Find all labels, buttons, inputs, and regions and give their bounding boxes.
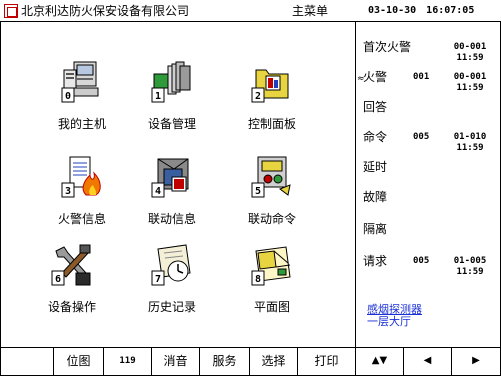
status-row-fire[interactable]: ≈ 火警 001 00-001 11:59 (357, 70, 500, 100)
status-row-answer[interactable]: 回答 (357, 100, 500, 130)
status-count: 001 (413, 72, 430, 82)
tile-badge-4: 4 (155, 186, 161, 197)
status-addr-value: 00-001 (453, 42, 487, 52)
status-address: 00-001 11:59 (441, 72, 499, 94)
menu-tile-floor-plan[interactable]: 8 平面图 (222, 243, 322, 335)
menu-tile-linkage-command[interactable]: 5 联动命令 (222, 155, 322, 247)
status-label: 火警 (363, 70, 388, 84)
screen-title: 主菜单 (291, 4, 328, 18)
page-right-icon[interactable]: ▶ (452, 348, 500, 376)
status-addr-value: 00-001 (453, 72, 487, 82)
status-row-request[interactable]: 请求 005 01-005 11:59 (357, 254, 500, 284)
time-readout: 16:07:05 (426, 5, 475, 16)
device-info: 感烟探测器 一层大厅 (367, 304, 422, 328)
menu-tile-label: 设备管理 (147, 117, 196, 131)
status-count: 005 (413, 132, 430, 142)
main-menu: 0 我的主机 1 设备管理 2 控制面板 3 火警信息 4 联动信息 5 联动命… (0, 22, 356, 347)
history-icon: 7 (151, 244, 191, 286)
tile-badge-8: 8 (255, 274, 261, 285)
menu-tile-control-panel[interactable]: 2 控制面板 (222, 60, 322, 152)
menu-tile-label: 平面图 (253, 300, 290, 314)
datetime: 03-10-30 16:07:05 (368, 5, 474, 17)
scroll-updown-icon[interactable]: ▲▼ (356, 348, 404, 376)
status-label: 回答 (363, 100, 388, 114)
status-row-delay[interactable]: 延时 (357, 160, 500, 190)
menu-tile-label: 火警信息 (57, 212, 106, 226)
linkage-command-icon: 5 (251, 156, 291, 198)
status-time-value: 11:59 (456, 143, 484, 153)
status-addr-value: 01-010 (453, 132, 487, 142)
blank-key (0, 348, 54, 376)
control-panel-icon: 2 (251, 69, 289, 103)
menu-tile-fire-alarm-info[interactable]: 3 火警信息 (32, 155, 132, 247)
menu-tile-label: 控制面板 (247, 117, 296, 131)
menu-tile-history[interactable]: 7 历史记录 (122, 243, 222, 335)
tile-badge-6: 6 (55, 274, 61, 285)
tile-badge-5: 5 (255, 186, 261, 197)
tile-badge-3: 3 (65, 186, 71, 197)
floor-plan-icon: 8 (251, 246, 291, 286)
menu-tile-label: 联动命令 (247, 212, 296, 226)
tools-icon: 6 (51, 244, 91, 286)
status-address: 01-005 11:59 (441, 256, 499, 278)
call-119-button[interactable]: 119 (104, 348, 152, 376)
status-label: 首次火警 (363, 40, 412, 54)
status-panel: 首次火警 00-001 11:59 ≈ 火警 001 00-001 11:59 … (357, 22, 500, 347)
status-row-isolation[interactable]: 隔离 (357, 222, 500, 252)
status-label: 故障 (363, 190, 388, 204)
fire-alarm-icon: 3 (61, 156, 101, 198)
menu-tile-device-management[interactable]: 1 设备管理 (122, 60, 222, 152)
company-name: 北京利达防火保安设备有限公司 (21, 4, 190, 18)
page-left-icon[interactable]: ◀ (404, 348, 452, 376)
status-time-value: 11:59 (456, 53, 484, 63)
status-label: 延时 (363, 160, 388, 174)
status-count: 005 (413, 256, 430, 266)
status-label: 请求 (363, 254, 388, 268)
menu-tile-label: 设备操作 (47, 300, 96, 314)
status-row-command[interactable]: 命令 005 01-010 11:59 (357, 130, 500, 160)
status-label: 命令 (363, 130, 388, 144)
bitmap-button[interactable]: 位图 (54, 348, 104, 376)
device-icon: 1 (151, 61, 191, 103)
tile-badge-0: 0 (65, 91, 71, 102)
status-address: 00-001 11:59 (441, 42, 499, 64)
status-label: 隔离 (363, 222, 388, 236)
menu-tile-my-host[interactable]: 0 我的主机 (32, 60, 132, 152)
status-address: 01-010 11:59 (441, 132, 499, 154)
service-button[interactable]: 服务 (200, 348, 250, 376)
status-time-value: 11:59 (456, 83, 484, 93)
tile-badge-2: 2 (255, 91, 261, 102)
linkage-info-icon: 4 (151, 158, 189, 198)
status-row-first-fire[interactable]: 首次火警 00-001 11:59 (357, 40, 500, 70)
date-readout: 03-10-30 (368, 5, 417, 16)
tile-badge-1: 1 (155, 91, 161, 102)
menu-tile-device-operation[interactable]: 6 设备操作 (22, 243, 122, 335)
menu-tile-label: 历史记录 (147, 300, 196, 314)
menu-tile-linkage-info[interactable]: 4 联动信息 (122, 155, 222, 247)
status-time-value: 11:59 (456, 267, 484, 277)
print-button[interactable]: 打印 (298, 348, 356, 376)
computer-icon: 0 (61, 61, 99, 103)
status-row-fault[interactable]: 故障 (357, 190, 500, 220)
silence-button[interactable]: 消音 (152, 348, 200, 376)
status-addr-value: 01-005 (453, 256, 487, 266)
company-logo-icon (4, 4, 18, 18)
tile-badge-7: 7 (155, 274, 161, 285)
select-button[interactable]: 选择 (250, 348, 298, 376)
device-location: 一层大厅 (367, 315, 411, 328)
function-bar: 位图 119 消音 服务 选择 打印 ▲▼ ◀ ▶ (0, 347, 501, 376)
menu-tile-label: 我的主机 (57, 117, 106, 131)
menu-tile-label: 联动信息 (147, 212, 196, 226)
title-bar: 北京利达防火保安设备有限公司 主菜单 03-10-30 16:07:05 (0, 0, 501, 22)
